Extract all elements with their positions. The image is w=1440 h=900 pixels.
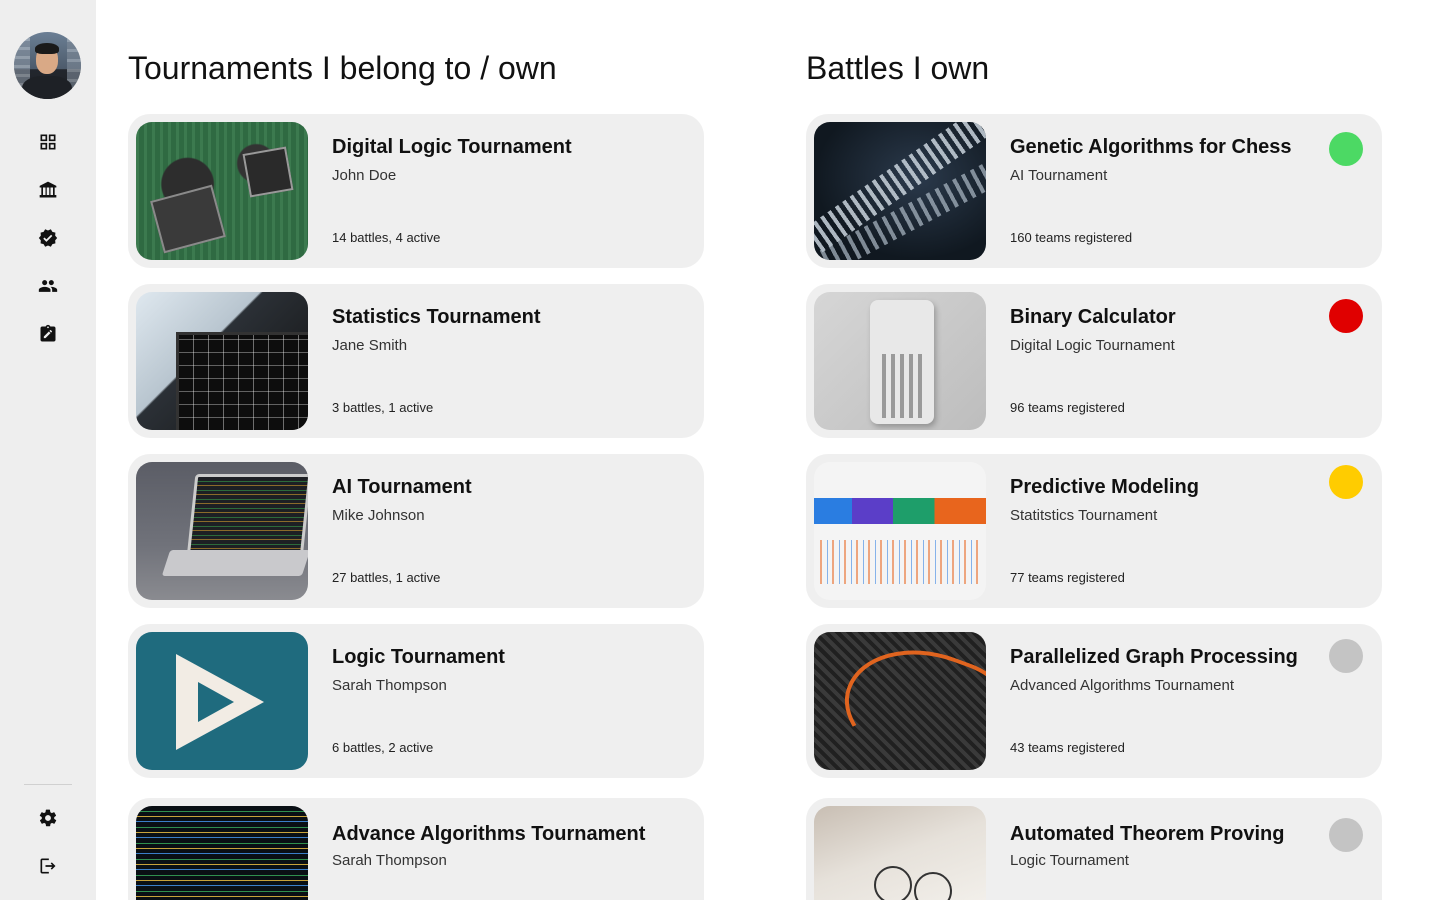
tournament-owner: John Doe: [332, 167, 397, 184]
avatar[interactable]: [14, 32, 81, 99]
battle-thumbnail: [814, 632, 986, 770]
battle-card[interactable]: Parallelized Graph Processing Advanced A…: [806, 624, 1382, 778]
tournament-card[interactable]: Logic Tournament Sarah Thompson 6 battle…: [128, 624, 704, 778]
battle-thumbnail: [814, 462, 986, 600]
battle-tournament: Statitstics Tournament: [1010, 507, 1158, 524]
tournament-owner: Jane Smith: [332, 337, 408, 354]
battle-title: Automated Theorem Proving: [1010, 823, 1285, 845]
tournament-thumbnail: [136, 806, 308, 900]
logout-icon[interactable]: [36, 854, 60, 878]
tournament-card[interactable]: Advance Algorithms Tournament Sarah Thom…: [128, 798, 704, 900]
tournament-battle-count: 27 battles, 1 active: [332, 570, 441, 585]
verified-icon[interactable]: [36, 226, 60, 250]
tournament-title: Logic Tournament: [332, 646, 505, 668]
status-indicator: [1329, 132, 1363, 166]
battle-title: Genetic Algorithms for Chess: [1010, 136, 1292, 158]
tournament-card[interactable]: Statistics Tournament Jane Smith 3 battl…: [128, 284, 704, 438]
battles-heading: Battles I own: [806, 50, 990, 86]
tournament-thumbnail: [136, 122, 308, 260]
tournament-owner: Sarah Thompson: [332, 677, 447, 694]
tournaments-heading: Tournaments I belong to / own: [128, 50, 557, 86]
battle-title: Predictive Modeling: [1010, 476, 1199, 498]
tournament-thumbnail: [136, 632, 308, 770]
battle-tournament: Digital Logic Tournament: [1010, 337, 1175, 354]
battle-thumbnail: [814, 122, 986, 260]
battle-thumbnail: [814, 292, 986, 430]
battle-tournament: AI Tournament: [1010, 167, 1108, 184]
tournament-owner: Sarah Thompson: [332, 852, 447, 869]
tournament-battle-count: 6 battles, 2 active: [332, 740, 434, 755]
status-indicator: [1329, 639, 1363, 673]
status-indicator: [1329, 465, 1363, 499]
assignment-icon[interactable]: [36, 322, 60, 346]
battle-title: Binary Calculator: [1010, 306, 1176, 328]
tournament-title: Statistics Tournament: [332, 306, 541, 328]
battle-card[interactable]: Automated Theorem Proving Logic Tourname…: [806, 798, 1382, 900]
battle-title: Parallelized Graph Processing: [1010, 646, 1298, 668]
tournament-battle-count: 3 battles, 1 active: [332, 400, 434, 415]
tournament-thumbnail: [136, 292, 308, 430]
battle-thumbnail: [814, 806, 986, 900]
battle-teams-count: 77 teams registered: [1010, 570, 1125, 585]
battle-tournament: Logic Tournament: [1010, 852, 1129, 869]
status-indicator: [1329, 299, 1363, 333]
dashboard-icon[interactable]: [36, 130, 60, 154]
status-indicator: [1329, 818, 1363, 852]
battle-card[interactable]: Binary Calculator Digital Logic Tourname…: [806, 284, 1382, 438]
battle-teams-count: 96 teams registered: [1010, 400, 1125, 415]
school-icon[interactable]: [36, 178, 60, 202]
tournament-card[interactable]: AI Tournament Mike Johnson 27 battles, 1…: [128, 454, 704, 608]
battle-card[interactable]: Genetic Algorithms for Chess AI Tourname…: [806, 114, 1382, 268]
tournament-thumbnail: [136, 462, 308, 600]
battle-teams-count: 43 teams registered: [1010, 740, 1125, 755]
tournament-card[interactable]: Digital Logic Tournament John Doe 14 bat…: [128, 114, 704, 268]
tournament-title: Digital Logic Tournament: [332, 136, 572, 158]
tournament-battle-count: 14 battles, 4 active: [332, 230, 441, 245]
battle-card[interactable]: Predictive Modeling Statitstics Tourname…: [806, 454, 1382, 608]
tournament-title: Advance Algorithms Tournament: [332, 823, 646, 845]
tournament-title: AI Tournament: [332, 476, 472, 498]
gear-icon[interactable]: [36, 806, 60, 830]
people-icon[interactable]: [36, 274, 60, 298]
sidebar-divider: [24, 784, 72, 785]
tournament-owner: Mike Johnson: [332, 507, 425, 524]
battle-tournament: Advanced Algorithms Tournament: [1010, 677, 1235, 694]
sidebar: [0, 0, 96, 900]
battle-teams-count: 160 teams registered: [1010, 230, 1133, 245]
